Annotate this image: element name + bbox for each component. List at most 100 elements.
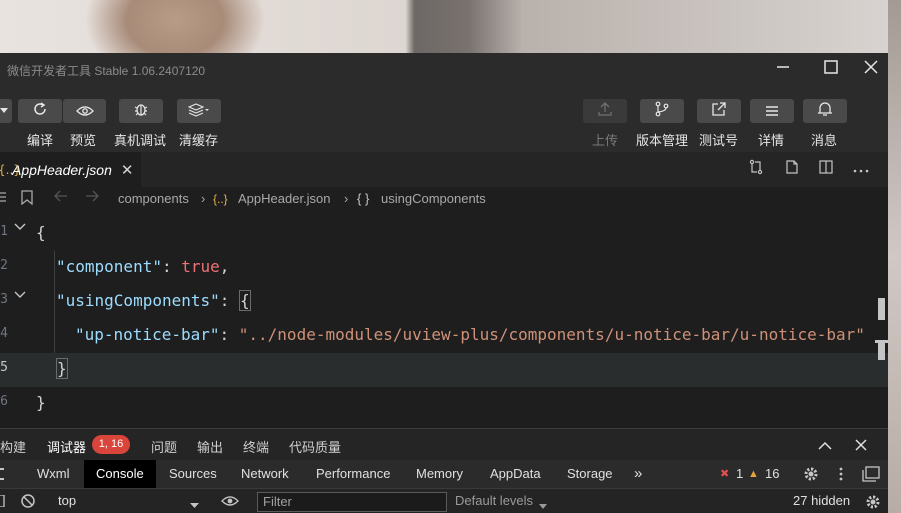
test-account-button[interactable]	[697, 99, 741, 123]
tab-performance[interactable]: Performance	[316, 460, 390, 488]
close-window-icon[interactable]	[859, 57, 883, 81]
warning-count[interactable]: 16	[765, 460, 779, 488]
tab-sources[interactable]: Sources	[169, 460, 217, 488]
preview-label: 预览	[70, 134, 97, 149]
tab-debugger[interactable]: 调试器	[47, 437, 86, 456]
open-preview-icon[interactable]	[782, 159, 802, 179]
remote-debug-button[interactable]	[119, 99, 163, 123]
chevron-down-icon[interactable]	[14, 220, 26, 234]
tab-appdata[interactable]: AppData	[490, 460, 541, 488]
error-count[interactable]: 1	[736, 460, 743, 488]
breadcrumb-folder[interactable]: components	[118, 191, 189, 206]
token: :	[219, 291, 240, 310]
tab-output[interactable]: 输出	[197, 437, 223, 456]
code-text: }	[36, 393, 46, 412]
warning-icon: ▲	[748, 468, 759, 480]
tab-problems[interactable]: 问题	[151, 437, 177, 456]
remote-debug-label: 真机调试	[114, 134, 167, 149]
tab-memory[interactable]: Memory	[416, 460, 463, 488]
log-levels-dropdown[interactable]: Default levels	[455, 493, 533, 508]
version-control-button[interactable]	[640, 99, 684, 123]
dropdown-arrow-icon[interactable]	[190, 497, 199, 512]
minimize-icon[interactable]	[771, 57, 795, 81]
split-editor-icon[interactable]	[816, 159, 836, 179]
token: "../node-modules/uview-plus/components/u…	[238, 325, 865, 344]
chevron-up-icon[interactable]	[818, 439, 832, 454]
chevron-right-icon: ›	[201, 191, 206, 206]
menu-icon	[765, 102, 779, 121]
code-text: {	[36, 223, 46, 242]
messages-label: 消息	[811, 134, 838, 149]
filter-input[interactable]: Filter	[257, 492, 447, 512]
list-icon[interactable]	[0, 190, 6, 207]
external-link-icon	[711, 101, 727, 121]
details-label: 详情	[758, 134, 785, 149]
token: true	[181, 257, 220, 276]
context-select[interactable]: top	[58, 493, 76, 508]
mode-dropdown-button[interactable]	[0, 99, 12, 123]
token: ,	[219, 257, 230, 276]
back-arrow-icon[interactable]	[54, 190, 68, 205]
code-text: "component": true,	[56, 257, 229, 276]
token: {	[36, 223, 46, 242]
tab-appheader-json[interactable]: {..} AppHeader.json ✕	[0, 152, 141, 187]
maximize-icon[interactable]	[819, 57, 843, 81]
tab-storage[interactable]: Storage	[567, 460, 613, 488]
token: }	[56, 358, 68, 379]
toolbar: 编译 预览 真机调试 清缓存 上传 版本管理 测试号 详情 消息	[0, 85, 888, 152]
scrollbar-thumb[interactable]	[878, 343, 885, 360]
object-symbol-icon: { }	[357, 191, 370, 206]
bug-icon	[133, 101, 149, 121]
tab-close-icon[interactable]: ✕	[121, 161, 134, 179]
tab-network[interactable]: Network	[241, 460, 289, 488]
chevron-right-icon: ›	[344, 191, 349, 206]
token: "up-notice-bar"	[75, 325, 220, 344]
tab-code-quality[interactable]: 代码质量	[289, 437, 341, 456]
token: }	[36, 393, 46, 412]
kebab-menu-icon[interactable]	[839, 467, 843, 481]
details-button[interactable]	[750, 99, 794, 123]
compile-button[interactable]	[18, 99, 62, 123]
json-file-icon: {..}	[0, 162, 21, 177]
line-number: 3	[0, 292, 8, 307]
breadcrumb-symbol[interactable]: usingComponents	[381, 191, 486, 206]
console-settings-gear-icon[interactable]	[865, 494, 881, 513]
compile-label: 编译	[27, 134, 54, 149]
breadcrumb-file[interactable]: AppHeader.json	[238, 191, 331, 206]
chevron-down-icon[interactable]	[14, 288, 26, 302]
code-line: 1 {	[0, 217, 888, 251]
code-editor[interactable]: 1 { 2 "component": true, 3 "usingCompone…	[0, 210, 888, 428]
clear-cache-button[interactable]	[177, 99, 221, 123]
tab-console[interactable]: Console	[84, 460, 156, 488]
messages-button[interactable]	[803, 99, 847, 123]
compare-changes-icon[interactable]	[746, 159, 766, 179]
settings-gear-icon[interactable]	[803, 466, 819, 482]
code-text: "usingComponents": {	[56, 290, 251, 311]
more-tabs-icon[interactable]: »	[634, 460, 642, 488]
close-panel-icon[interactable]	[855, 439, 867, 455]
more-actions-icon[interactable]	[851, 159, 871, 179]
refresh-icon	[32, 101, 48, 121]
clear-console-icon[interactable]	[21, 494, 35, 511]
tab-build[interactable]: 构建	[0, 437, 26, 456]
eye-icon[interactable]	[221, 495, 239, 510]
line-number: 5	[0, 360, 8, 375]
tab-wxml[interactable]: Wxml	[37, 460, 70, 488]
dock-icon[interactable]	[862, 466, 880, 482]
scrollbar-marker[interactable]	[878, 298, 885, 320]
inspect-icon[interactable]	[0, 468, 6, 480]
line-number: 4	[0, 326, 8, 341]
token: "component"	[56, 257, 162, 276]
forward-arrow-icon[interactable]	[85, 190, 99, 205]
code-line-current: 5 }	[0, 353, 888, 387]
tab-terminal[interactable]: 终端	[243, 437, 269, 456]
token: "usingComponents"	[56, 291, 220, 310]
bookmark-icon[interactable]	[21, 190, 33, 208]
hidden-messages-count: 27 hidden	[793, 493, 851, 508]
preview-button[interactable]	[63, 99, 106, 123]
token: {	[239, 290, 251, 311]
sidebar-toggle-icon[interactable]	[0, 494, 6, 510]
tab-label: AppHeader.json	[12, 161, 112, 178]
upload-button[interactable]	[583, 99, 627, 123]
chevron-down-icon[interactable]	[539, 497, 547, 512]
